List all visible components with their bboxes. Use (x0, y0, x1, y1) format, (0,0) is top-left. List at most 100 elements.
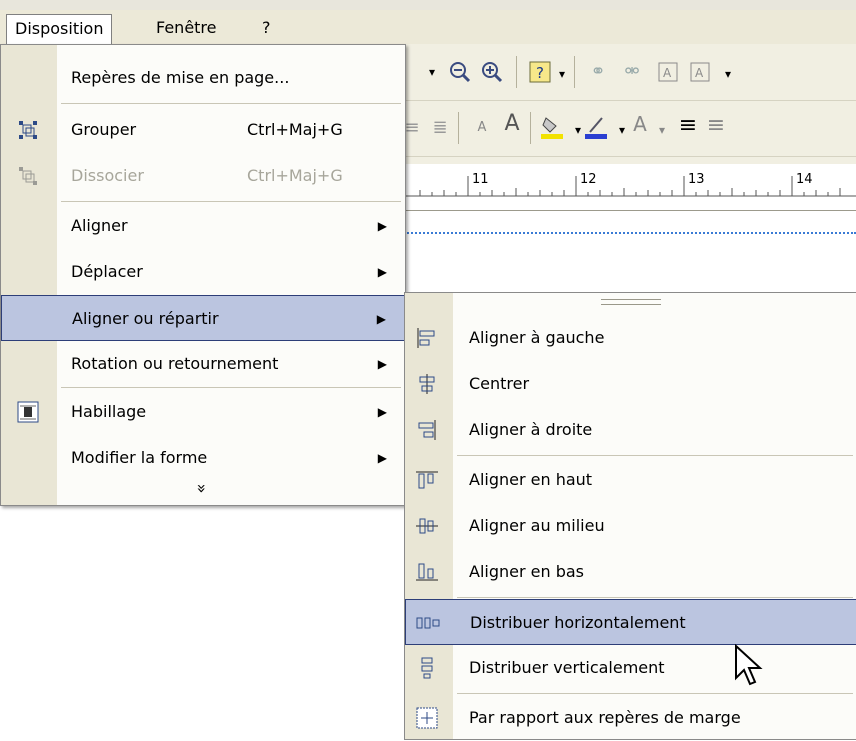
text-wrap-icon (17, 401, 39, 423)
help-icon[interactable]: ? (528, 60, 552, 84)
distribute-vertical-icon (415, 657, 439, 679)
submenu-item-distribuer-verticalement[interactable]: Distribuer verticalement (405, 645, 856, 691)
menu-help[interactable]: ? (254, 14, 279, 42)
menu-separator (61, 201, 401, 202)
submenu-item-label: Aligner à gauche (469, 328, 605, 347)
menu-item-aligner-ou-repartir[interactable]: Aligner ou répartir ▶ (1, 295, 405, 341)
ruler-number: 14 (796, 172, 813, 187)
zoom-in-icon[interactable] (480, 60, 504, 84)
submenu-item-repers-marge[interactable]: Par rapport aux repères de marge (405, 695, 856, 741)
dash-style-icon[interactable]: ≡ (704, 114, 728, 138)
ungroup-icon (17, 165, 39, 187)
dropdown-arrow-icon[interactable]: ▾ (650, 118, 674, 142)
font-color-icon[interactable]: A (628, 112, 652, 136)
dropdown-arrow-icon[interactable]: ▾ (550, 62, 574, 86)
window-top-strip (0, 0, 856, 10)
increase-font-icon[interactable]: A (500, 112, 524, 136)
standard-toolbar: ▾ ? ▾ ⚭ ⚮ A A ▾ (400, 44, 856, 101)
ruler-number: 12 (580, 172, 597, 187)
submenu-item-label: Centrer (469, 374, 530, 393)
margin-guide-line (400, 232, 856, 234)
menu-bar: Disposition Fenêtre ? (0, 0, 856, 45)
menu-item-grouper[interactable]: Grouper Ctrl+Maj+G (1, 107, 405, 153)
menu-item-label: Déplacer (71, 262, 143, 281)
toolbar-separator (458, 112, 459, 144)
outdent-icon[interactable]: ≣ (428, 116, 452, 140)
dropdown-arrow-icon[interactable]: ▾ (716, 62, 740, 86)
submenu-item-label: Aligner en haut (469, 470, 593, 489)
menu-item-aligner[interactable]: Aligner ▶ (1, 203, 405, 249)
submenu-item-centrer[interactable]: Centrer (405, 361, 856, 407)
submenu-grip-handle[interactable] (601, 299, 661, 305)
menu-item-label: Aligner (71, 216, 128, 235)
menu-disposition[interactable]: Disposition (6, 14, 113, 45)
menu-item-dissocier: Dissocier Ctrl+Maj+G (1, 153, 405, 199)
submenu-arrow-icon: ▶ (377, 357, 387, 371)
submenu-arrow-icon: ▶ (377, 405, 387, 419)
submenu-item-label: Aligner au milieu (469, 516, 605, 535)
menu-item-habillage[interactable]: Habillage ▶ (1, 389, 405, 435)
menu-item-label: Grouper (71, 120, 137, 139)
menu-item-label: Modifier la forme (71, 448, 208, 467)
menu-item-modifier-forme[interactable]: Modifier la forme ▶ (1, 435, 405, 481)
toolbar-area: ▾ ? ▾ ⚭ ⚮ A A ▾ ≡ ≣ A A ▾ ▾ A ▾ ≡ ≡ (400, 44, 856, 164)
disposition-menu: Repères de mise en page... Grouper Ctrl+… (0, 44, 406, 506)
svg-text:A: A (663, 66, 672, 80)
submenu-item-distribuer-horizontalement[interactable]: Distribuer horizontalement (405, 599, 856, 645)
submenu-item-aligner-bas[interactable]: Aligner en bas (405, 549, 856, 595)
format-toolbar: ≡ ≣ A A ▾ ▾ A ▾ ≡ ≡ (400, 100, 856, 157)
toolbar-separator (574, 56, 575, 88)
dropdown-arrow-icon[interactable]: ▾ (420, 60, 444, 84)
align-top-icon (415, 469, 439, 491)
menu-item-label: Aligner ou répartir (72, 309, 219, 328)
menu-item-deplacer[interactable]: Déplacer ▶ (1, 249, 405, 295)
ruler-number: 11 (472, 172, 489, 187)
line-color-icon[interactable] (584, 114, 608, 139)
text-box-icon[interactable]: A (656, 60, 680, 84)
submenu-item-label: Distribuer horizontalement (470, 613, 686, 632)
menu-item-shortcut: Ctrl+Maj+G (247, 120, 343, 139)
menu-item-repers-mise-en-page[interactable]: Repères de mise en page... (1, 55, 405, 101)
expand-menu-chevron-icon[interactable]: » (192, 484, 211, 494)
svg-text:?: ? (536, 64, 544, 82)
submenu-arrow-icon: ▶ (377, 451, 387, 465)
menu-item-label: Repères de mise en page... (71, 68, 290, 87)
submenu-item-label: Par rapport aux repères de marge (469, 708, 741, 727)
menu-separator (457, 693, 853, 694)
submenu-item-aligner-gauche[interactable]: Aligner à gauche (405, 315, 856, 361)
margin-guides-icon (415, 707, 439, 729)
submenu-item-aligner-milieu[interactable]: Aligner au milieu (405, 503, 856, 549)
svg-text:A: A (695, 66, 704, 80)
submenu-item-aligner-haut[interactable]: Aligner en haut (405, 457, 856, 503)
line-style-icon[interactable]: ≡ (676, 114, 700, 138)
mouse-pointer-icon (735, 644, 763, 686)
align-bottom-icon (415, 561, 439, 583)
submenu-arrow-icon: ▶ (377, 265, 387, 279)
menu-separator (61, 103, 401, 104)
horizontal-ruler: 11 12 13 14 (400, 164, 856, 211)
align-right-icon (415, 419, 439, 441)
submenu-arrow-icon: ▶ (376, 312, 386, 326)
menu-item-label: Dissocier (71, 166, 144, 185)
menu-fenetre[interactable]: Fenêtre (148, 14, 225, 42)
ruler-number: 13 (688, 172, 705, 187)
fill-color-icon[interactable] (540, 114, 564, 139)
align-middle-icon (415, 515, 439, 537)
menu-item-label: Rotation ou retournement (71, 354, 279, 373)
decrease-font-icon[interactable]: A (470, 116, 494, 140)
menu-separator (457, 455, 853, 456)
zoom-out-icon[interactable] (448, 60, 472, 84)
menu-item-rotation[interactable]: Rotation ou retournement ▶ (1, 341, 405, 387)
link-icon[interactable]: ⚭ (586, 60, 610, 84)
toolbar-separator (516, 56, 517, 88)
menu-separator (61, 387, 401, 388)
text-box-next-icon[interactable]: A (688, 60, 712, 84)
submenu-item-aligner-droite[interactable]: Aligner à droite (405, 407, 856, 453)
distribute-horizontal-icon (416, 612, 440, 634)
align-center-icon (415, 373, 439, 395)
submenu-item-label: Aligner à droite (469, 420, 593, 439)
group-icon (17, 119, 39, 141)
unlink-icon[interactable]: ⚮ (620, 60, 644, 84)
align-distribute-submenu: Aligner à gauche Centrer Aligner à droit… (404, 292, 856, 740)
menu-separator (457, 597, 853, 598)
